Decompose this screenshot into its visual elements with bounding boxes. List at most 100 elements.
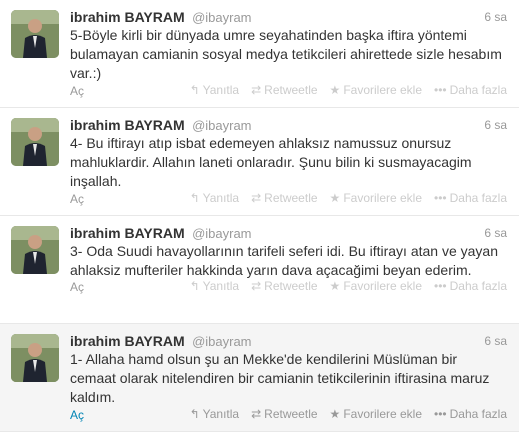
more-button[interactable]: ••• Daha fazla [434, 279, 507, 293]
tweet-timestamp[interactable]: 6 sa [484, 10, 507, 24]
tweet-actions: ↰ Yanıtla ⇄ Retweetle ★ Favorilere ekle •••… [190, 83, 507, 97]
avatar[interactable] [11, 118, 59, 166]
avatar-image [11, 334, 59, 382]
favorite-label: Favorilere ekle [343, 191, 423, 205]
more-dots-icon: ••• [434, 83, 447, 97]
tweet-item[interactable]: ibrahim BAYRAM @ibayram 6 sa 1- Allaha h… [0, 324, 519, 432]
reply-label: Yanıtla [202, 191, 240, 205]
tweet-text: 1- Allaha hamd olsun şu an Mekke'de kend… [70, 350, 509, 407]
more-button[interactable]: ••• Daha fazla [434, 407, 507, 421]
reply-icon: ↰ [189, 191, 200, 205]
reply-label: Yanıtla [202, 407, 240, 421]
tweet-item[interactable]: ibrahim BAYRAM @ibayram 6 sa 3- Oda Suud… [0, 216, 519, 324]
retweet-button[interactable]: ⇄ Retweetle [251, 83, 317, 97]
expand-link[interactable]: Aç [70, 408, 84, 422]
author-name[interactable]: ibrahim BAYRAM [70, 333, 185, 349]
star-icon: ★ [329, 407, 341, 421]
expand-link[interactable]: Aç [70, 84, 84, 98]
retweet-icon: ⇄ [251, 407, 262, 421]
reply-label: Yanıtla [202, 279, 240, 293]
tweet-text-line: 1- Allaha hamd olsun şu an Mekke'de kend… [70, 351, 458, 367]
retweet-label: Retweetle [264, 191, 318, 205]
retweet-label: Retweetle [264, 83, 318, 97]
reply-icon: ↰ [189, 279, 200, 293]
tweet-text-line: kaldım. [70, 389, 116, 405]
expand-link[interactable]: Aç [70, 280, 84, 294]
author-handle[interactable]: @ibayram [192, 226, 251, 241]
more-dots-icon: ••• [434, 191, 447, 205]
favorite-label: Favorilere ekle [343, 279, 423, 293]
tweet-text-line: cemaat olarak nitelendiren bir camianin … [70, 370, 490, 386]
tweet-text-line: 4- Bu iftirayı atıp isbat edemeyen ahlak… [70, 135, 452, 151]
favorite-button[interactable]: ★ Favorilere ekle [330, 407, 422, 421]
author-name[interactable]: ibrahim BAYRAM [70, 9, 185, 25]
more-label: Daha fazla [449, 279, 507, 293]
avatar-image [11, 226, 59, 274]
avatar-image [11, 10, 59, 58]
retweet-icon: ⇄ [251, 83, 262, 97]
more-dots-icon: ••• [434, 407, 447, 421]
author-handle[interactable]: @ibayram [192, 334, 251, 349]
reply-button[interactable]: ↰ Yanıtla [190, 279, 240, 293]
more-label: Daha fazla [449, 191, 507, 205]
tweet-text: 3- Oda Suudi havayollarının tarifeli sef… [70, 242, 509, 280]
tweet-actions: ↰ Yanıtla ⇄ Retweetle ★ Favorilere ekle •••… [190, 191, 507, 205]
reply-button[interactable]: ↰ Yanıtla [190, 191, 240, 205]
reply-label: Yanıtla [202, 83, 240, 97]
avatar[interactable] [11, 226, 59, 274]
retweet-button[interactable]: ⇄ Retweetle [251, 191, 317, 205]
tweet-actions: ↰ Yanıtla ⇄ Retweetle ★ Favorilere ekle •••… [190, 407, 507, 421]
avatar-image [11, 118, 59, 166]
tweet-timestamp[interactable]: 6 sa [484, 226, 507, 240]
tweet-text-line: bulamayan camianin sosyal medya tetikcil… [70, 46, 502, 62]
retweet-button[interactable]: ⇄ Retweetle [251, 407, 317, 421]
tweet-text-line: 3- Oda Suudi havayollarının tarifeli sef… [70, 243, 498, 259]
tweet-text-line: ahlaksiz mufteriler hakkinda yarın dava … [70, 262, 472, 278]
author-handle[interactable]: @ibayram [192, 10, 251, 25]
favorite-button[interactable]: ★ Favorilere ekle [330, 83, 422, 97]
star-icon: ★ [329, 83, 341, 97]
favorite-button[interactable]: ★ Favorilere ekle [330, 191, 422, 205]
tweet-text-line: 5-Böyle kirli bir dünyada umre seyahatin… [70, 27, 467, 43]
more-label: Daha fazla [449, 83, 507, 97]
reply-button[interactable]: ↰ Yanıtla [190, 407, 240, 421]
retweet-button[interactable]: ⇄ Retweetle [251, 279, 317, 293]
favorite-button[interactable]: ★ Favorilere ekle [330, 279, 422, 293]
star-icon: ★ [329, 191, 341, 205]
retweet-icon: ⇄ [251, 279, 262, 293]
retweet-label: Retweetle [264, 279, 318, 293]
more-button[interactable]: ••• Daha fazla [434, 191, 507, 205]
tweet-header: ibrahim BAYRAM @ibayram 6 sa [70, 9, 509, 27]
reply-icon: ↰ [189, 83, 200, 97]
tweet-item[interactable]: ibrahim BAYRAM @ibayram 6 sa 4- Bu iftir… [0, 108, 519, 216]
tweet-text-line: mahluklardir. Allahın laneti onlaradır. … [70, 154, 472, 170]
retweet-label: Retweetle [264, 407, 318, 421]
tweet-header: ibrahim BAYRAM @ibayram 6 sa [70, 225, 509, 243]
favorite-label: Favorilere ekle [343, 83, 423, 97]
tweet-item[interactable]: ibrahim BAYRAM @ibayram 6 sa 5-Böyle kir… [0, 0, 519, 108]
more-button[interactable]: ••• Daha fazla [434, 83, 507, 97]
retweet-icon: ⇄ [251, 191, 262, 205]
tweet-timestamp[interactable]: 6 sa [484, 118, 507, 132]
author-handle[interactable]: @ibayram [192, 118, 251, 133]
tweet-header: ibrahim BAYRAM @ibayram 6 sa [70, 117, 509, 135]
avatar[interactable] [11, 334, 59, 382]
reply-icon: ↰ [189, 407, 200, 421]
reply-button[interactable]: ↰ Yanıtla [190, 83, 240, 97]
tweet-header: ibrahim BAYRAM @ibayram 6 sa [70, 333, 509, 351]
author-name[interactable]: ibrahim BAYRAM [70, 225, 185, 241]
more-dots-icon: ••• [434, 279, 447, 293]
tweet-timestamp[interactable]: 6 sa [484, 334, 507, 348]
more-label: Daha fazla [449, 407, 507, 421]
author-name[interactable]: ibrahim BAYRAM [70, 117, 185, 133]
tweet-text-line: inşallah. [70, 173, 122, 189]
tweet-timeline: ibrahim BAYRAM @ibayram 6 sa 5-Böyle kir… [0, 0, 519, 432]
avatar[interactable] [11, 10, 59, 58]
tweet-actions: ↰ Yanıtla ⇄ Retweetle ★ Favorilere ekle •••… [190, 279, 507, 293]
tweet-text-line: var.:) [70, 65, 102, 81]
star-icon: ★ [329, 279, 341, 293]
tweet-text: 5-Böyle kirli bir dünyada umre seyahatin… [70, 26, 509, 83]
tweet-text: 4- Bu iftirayı atıp isbat edemeyen ahlak… [70, 134, 509, 191]
favorite-label: Favorilere ekle [343, 407, 423, 421]
expand-link[interactable]: Aç [70, 192, 84, 206]
